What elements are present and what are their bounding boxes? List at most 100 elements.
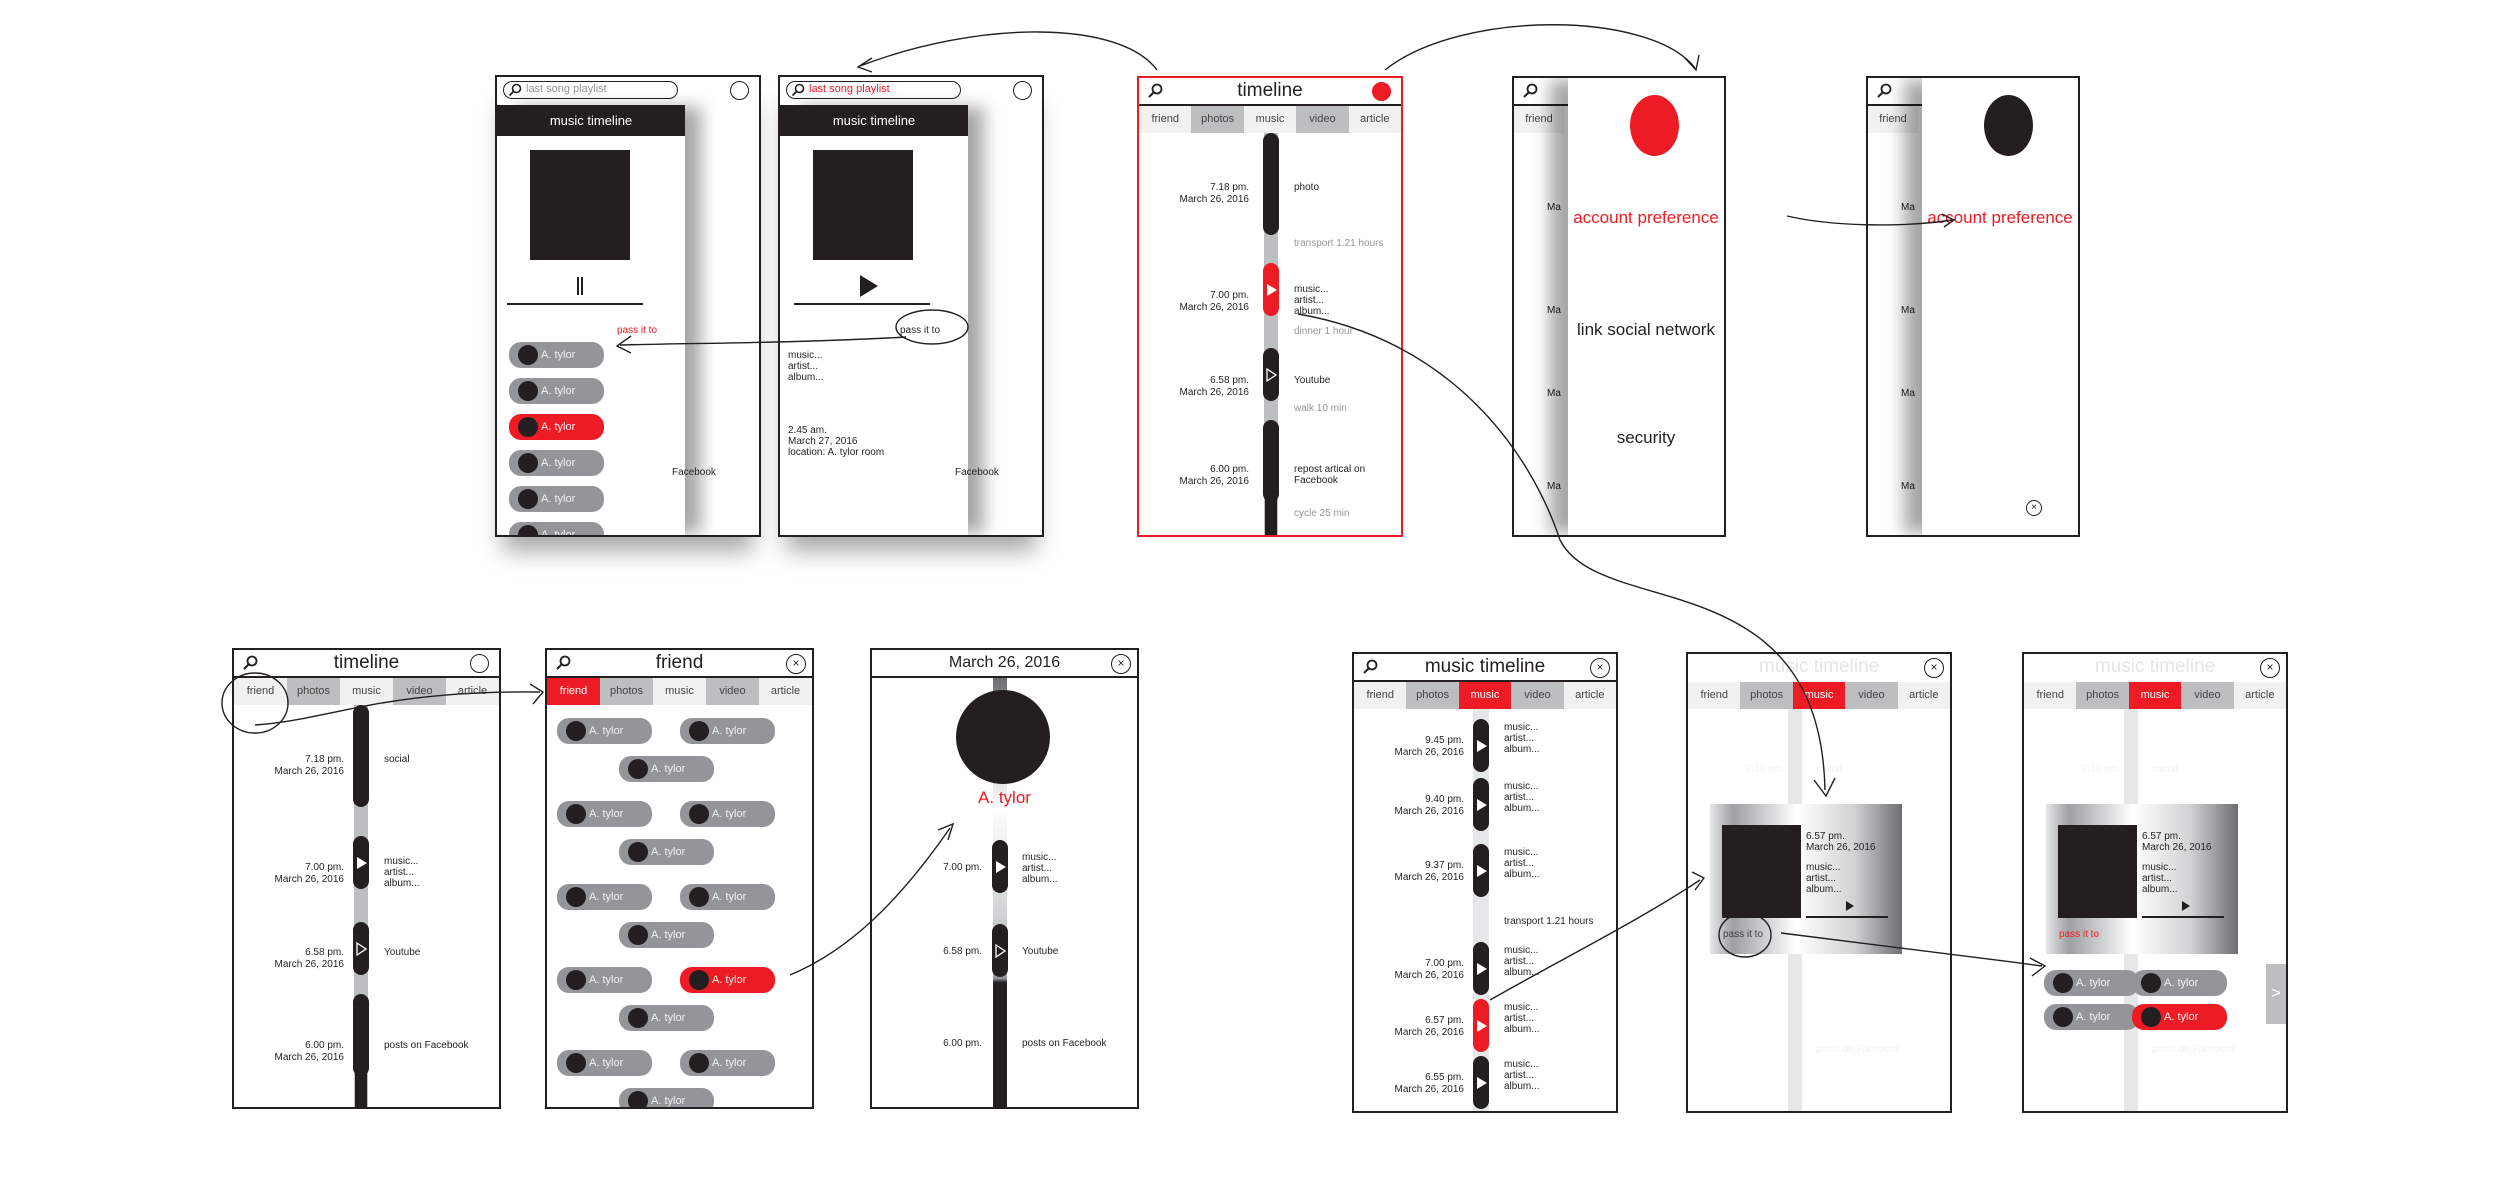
progress-bar[interactable] [2142,916,2224,918]
tab-article[interactable]: article [1348,106,1401,133]
friend-pill[interactable]: A. tylor [2132,1004,2227,1030]
next-button[interactable]: > [2266,964,2286,1024]
profile-button[interactable] [730,81,749,100]
tab-music[interactable]: music [1792,682,1846,709]
friend-pill[interactable]: A. tylor [509,522,604,535]
friend-pill[interactable]: A. tylor [680,967,775,993]
menu-item-security[interactable]: security [1568,428,1724,448]
friend-pill[interactable]: A. tylor [680,1050,775,1076]
tab-video[interactable]: video [393,678,446,705]
timeline-node-music[interactable] [353,836,369,889]
friend-pill[interactable]: A. tylor [557,718,652,744]
close-icon[interactable]: × [1590,658,1610,678]
friend-pill[interactable]: A. tylor [2044,970,2139,996]
friend-pill[interactable]: A. tylor [2044,1004,2139,1030]
timeline-node-music[interactable] [1473,844,1489,897]
tab-music[interactable]: music [653,678,706,705]
tab-music[interactable]: music [2128,682,2182,709]
tab-photos[interactable]: photos [1406,682,1459,709]
tab-friend[interactable]: friend [1139,106,1192,133]
play-icon[interactable] [860,275,878,297]
timeline-node-music[interactable] [1473,1056,1489,1109]
tab-video[interactable]: video [2181,682,2234,709]
timeline-node-facebook[interactable] [353,994,369,1076]
friend-pill[interactable]: A. tylor [557,967,652,993]
tab-video[interactable]: video [1845,682,1898,709]
close-icon[interactable]: × [1924,658,1944,678]
friend-pill[interactable]: A. tylor [680,884,775,910]
timeline-node-social[interactable] [353,705,369,807]
friend-pill[interactable]: A. tylor [509,342,604,368]
close-icon[interactable]: × [786,654,806,674]
tab-photos[interactable]: photos [1191,106,1244,133]
pass-it-to-label[interactable]: pass it to [2059,929,2099,940]
close-icon[interactable]: × [2260,658,2280,678]
tab-video[interactable]: video [1296,106,1349,133]
tab-article[interactable]: article [1897,682,1950,709]
tab-friend[interactable]: friend [234,678,287,705]
friend-pill[interactable]: A. tylor [619,1088,714,1107]
pass-it-to-label[interactable]: pass it to [617,325,657,336]
friend-pill[interactable]: A. tylor [619,839,714,865]
play-icon[interactable] [1846,901,1854,911]
friend-pill[interactable]: A. tylor [557,1050,652,1076]
tab-music[interactable]: music [1243,106,1297,133]
timeline-node-music[interactable] [1473,942,1489,995]
timeline-node-music[interactable] [1473,999,1489,1052]
timeline-node-youtube[interactable] [992,924,1008,977]
play-icon[interactable] [2182,901,2190,911]
avatar[interactable] [1984,95,2033,156]
menu-item-account-preference[interactable]: account preference [1922,208,2078,228]
close-icon[interactable]: × [1111,654,1131,674]
timeline-node-youtube[interactable] [353,922,369,975]
tab-friend[interactable]: friend [1868,106,1918,133]
search-icon[interactable] [1876,83,1892,99]
close-icon[interactable]: × [2026,500,2042,516]
tab-photos[interactable]: photos [1740,682,1793,709]
friend-pill[interactable]: A. tylor [619,922,714,948]
tab-article[interactable]: article [759,678,812,705]
timeline-node-music[interactable] [1473,778,1489,831]
search-input[interactable]: last song playlist [503,81,678,99]
friend-pill[interactable]: A. tylor [509,450,604,476]
friend-pill[interactable]: A. tylor [619,1005,714,1031]
menu-item-account-preference[interactable]: account preference [1568,208,1724,228]
friend-pill[interactable]: A. tylor [619,756,714,782]
friend-pill[interactable]: A. tylor [557,884,652,910]
search-input[interactable]: last song playlist [786,81,961,99]
profile-button[interactable] [1372,82,1391,101]
timeline-node-facebook[interactable] [1263,420,1279,502]
tab-photos[interactable]: photos [287,678,340,705]
pass-it-to-label[interactable]: pass it to [900,325,940,336]
friend-pill[interactable]: A. tylor [680,718,775,744]
pass-it-to-label[interactable]: pass it to [1723,929,1763,940]
tab-article[interactable]: article [1563,682,1616,709]
progress-bar[interactable] [794,303,930,305]
friend-pill[interactable]: A. tylor [509,378,604,404]
friend-pill[interactable]: A. tylor [680,801,775,827]
tab-photos[interactable]: photos [600,678,653,705]
tab-friend[interactable]: friend [547,678,600,705]
tab-music[interactable]: music [340,678,393,705]
tab-video[interactable]: video [1511,682,1564,709]
search-icon[interactable] [1522,83,1538,99]
tab-video[interactable]: video [706,678,759,705]
timeline-node-youtube[interactable] [1263,348,1279,401]
tab-friend[interactable]: friend [1354,682,1407,709]
avatar[interactable] [956,690,1050,784]
progress-bar[interactable] [1806,916,1888,918]
timeline-node-music[interactable] [992,840,1008,893]
tab-friend[interactable]: friend [1514,106,1564,133]
tab-music[interactable]: music [1458,682,1512,709]
profile-button[interactable] [1013,81,1032,100]
timeline-node-photo[interactable] [1263,133,1279,235]
menu-item-link-social-network[interactable]: link social network [1568,320,1724,340]
tab-friend[interactable]: friend [2024,682,2077,709]
progress-bar[interactable] [507,303,643,305]
friend-pill[interactable]: A. tylor [509,414,604,440]
tab-article[interactable]: article [2233,682,2286,709]
profile-button[interactable] [470,654,489,673]
tab-article[interactable]: article [446,678,499,705]
timeline-node-music[interactable] [1263,263,1279,316]
timeline-node-music[interactable] [1473,719,1489,772]
